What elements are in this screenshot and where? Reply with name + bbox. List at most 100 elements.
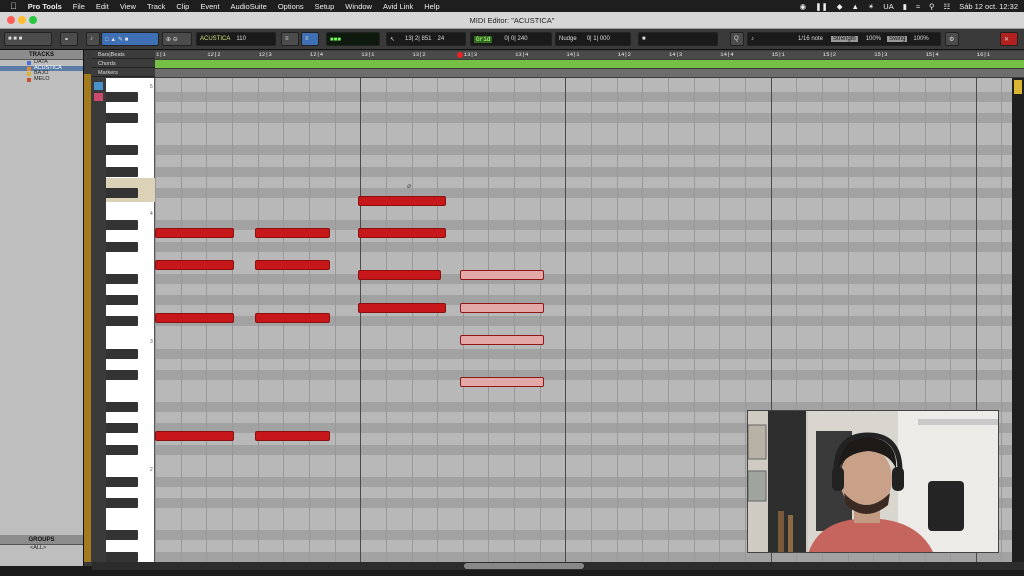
selected-midi-note[interactable]: [460, 377, 545, 388]
midi-note[interactable]: [155, 259, 235, 270]
quantize-settings[interactable]: ♪ 1/16 note Strength 100% Swing 100%: [747, 32, 941, 46]
edit-tools-group[interactable]: □ ▲ ✎ ■: [101, 32, 159, 46]
track-item-melo[interactable]: MELO: [0, 76, 83, 83]
bluetooth-icon[interactable]: ✴: [868, 2, 874, 11]
menu-setup[interactable]: Setup: [315, 2, 335, 11]
link-icon[interactable]: ⚭: [60, 32, 78, 46]
black-key[interactable]: [106, 316, 138, 327]
menu-file[interactable]: File: [73, 2, 85, 11]
black-key[interactable]: [106, 348, 138, 359]
input-source[interactable]: UA: [883, 2, 893, 11]
horizontal-scrollbar[interactable]: [92, 562, 1024, 570]
search-icon[interactable]: ⚲: [929, 2, 935, 11]
midi-note[interactable]: [155, 430, 235, 441]
grid-display[interactable]: Grid 0| 0| 240: [470, 32, 552, 46]
chords-lane[interactable]: [155, 60, 1024, 68]
playhead-marker-icon[interactable]: [457, 52, 463, 58]
midi-note[interactable]: [255, 430, 331, 441]
black-key[interactable]: [106, 241, 138, 252]
track-selector[interactable]: ACUSTICA 110: [196, 32, 276, 46]
track-color-swatch: [27, 77, 31, 82]
midi-channel-icon[interactable]: [94, 93, 103, 101]
menu-view[interactable]: View: [120, 2, 136, 11]
black-key[interactable]: [106, 444, 138, 455]
black-key[interactable]: [106, 498, 138, 509]
midi-note[interactable]: [357, 195, 446, 206]
mode-button-active[interactable]: ≡: [301, 32, 319, 46]
groups-header: GROUPS: [0, 535, 83, 545]
markers-lane[interactable]: [155, 69, 1024, 77]
key-lane: [155, 91, 1024, 102]
bars-beats-ruler[interactable]: Bars|Beats 1|1 12|2 12|3 12|4 13|1 13|2 13|3 13…: [92, 51, 1024, 59]
record-status-icon[interactable]: ◉: [800, 2, 807, 11]
wifi-icon[interactable]: ≈: [916, 2, 920, 11]
universal-audio-icon[interactable]: ▲: [852, 2, 859, 11]
selected-midi-note[interactable]: [460, 270, 545, 281]
rulers: Bars|Beats 1|1 12|2 12|3 12|4 13|1 13|2 13|3 13…: [92, 50, 1024, 78]
piano-keyboard[interactable]: 5 4 3 2: [92, 78, 155, 562]
menu-window[interactable]: Window: [345, 2, 372, 11]
edit-mode-display[interactable]: ■■■: [326, 32, 380, 46]
black-key[interactable]: [106, 423, 138, 434]
black-key[interactable]: [106, 530, 138, 541]
black-key[interactable]: [106, 295, 138, 305]
menu-options[interactable]: Options: [278, 2, 304, 11]
menu-event[interactable]: Event: [200, 2, 219, 11]
gear-icon[interactable]: ⚙: [945, 32, 959, 46]
dropbox-icon[interactable]: ◆: [837, 2, 843, 11]
black-key[interactable]: [106, 91, 138, 102]
menu-help[interactable]: Help: [424, 2, 439, 11]
menu-track[interactable]: Track: [147, 2, 165, 11]
zoom-tools[interactable]: ⊕ ⊖: [162, 32, 192, 46]
midi-note[interactable]: [357, 302, 446, 313]
menu-avid-link[interactable]: Avid Link: [383, 2, 413, 11]
midi-note[interactable]: [155, 313, 235, 324]
speaker-icon[interactable]: ♪: [86, 32, 100, 46]
black-key[interactable]: [106, 166, 138, 177]
mode-button[interactable]: ≡: [281, 32, 299, 46]
pause-icon[interactable]: ❚❚: [815, 2, 828, 11]
black-key[interactable]: [106, 145, 138, 156]
menu-edit[interactable]: Edit: [96, 2, 109, 11]
view-options-buttons[interactable]: ■ ■ ■: [4, 32, 52, 46]
menu-audiosuite[interactable]: AudioSuite: [231, 2, 267, 11]
key-lane: [155, 348, 1024, 359]
menu-clock[interactable]: Sáb 12 oct. 12:32: [959, 2, 1018, 11]
midi-note[interactable]: [255, 227, 331, 238]
black-key[interactable]: [106, 220, 138, 231]
midi-note[interactable]: [255, 313, 331, 324]
scroll-thumb[interactable]: [464, 563, 584, 569]
black-key[interactable]: [106, 369, 138, 380]
black-key[interactable]: [106, 273, 138, 284]
midi-note[interactable]: [255, 259, 331, 270]
black-key[interactable]: [106, 402, 138, 412]
close-window-button[interactable]: [7, 16, 15, 24]
black-key[interactable]: [106, 551, 138, 562]
selected-midi-note[interactable]: [460, 334, 545, 345]
battery-icon[interactable]: ▮: [903, 2, 907, 11]
quantize-note: 1/16 note: [798, 36, 824, 42]
black-key[interactable]: [106, 113, 138, 124]
black-key[interactable]: [106, 476, 138, 487]
midi-note[interactable]: [357, 270, 442, 281]
selected-midi-note[interactable]: [460, 302, 545, 313]
control-center-icon[interactable]: ☷: [943, 2, 950, 11]
bar-number: 14|2: [617, 51, 631, 58]
counter-display[interactable]: ↖ 13| 2| 851 24: [386, 32, 466, 46]
quantize-icon[interactable]: Q: [730, 32, 744, 46]
menu-app-name[interactable]: Pro Tools: [28, 2, 62, 11]
vertical-zoom-icon[interactable]: [1014, 80, 1022, 94]
midi-note[interactable]: [357, 227, 446, 238]
nudge-display[interactable]: Nudge 0| 1| 000: [555, 32, 631, 46]
vertical-scrollbar[interactable]: [1012, 78, 1024, 562]
midi-note[interactable]: [155, 227, 235, 238]
piano-side-strip: [92, 78, 106, 562]
piano-tool-icon[interactable]: [94, 82, 103, 90]
close-editor-icon[interactable]: ✕: [1000, 32, 1018, 46]
menu-clip[interactable]: Clip: [176, 2, 189, 11]
group-item-all[interactable]: <ALL>: [0, 545, 83, 551]
zoom-window-button[interactable]: [29, 16, 37, 24]
apple-logo-icon[interactable]: : [10, 1, 17, 11]
black-key[interactable]: [106, 188, 138, 198]
minimize-window-button[interactable]: [18, 16, 26, 24]
